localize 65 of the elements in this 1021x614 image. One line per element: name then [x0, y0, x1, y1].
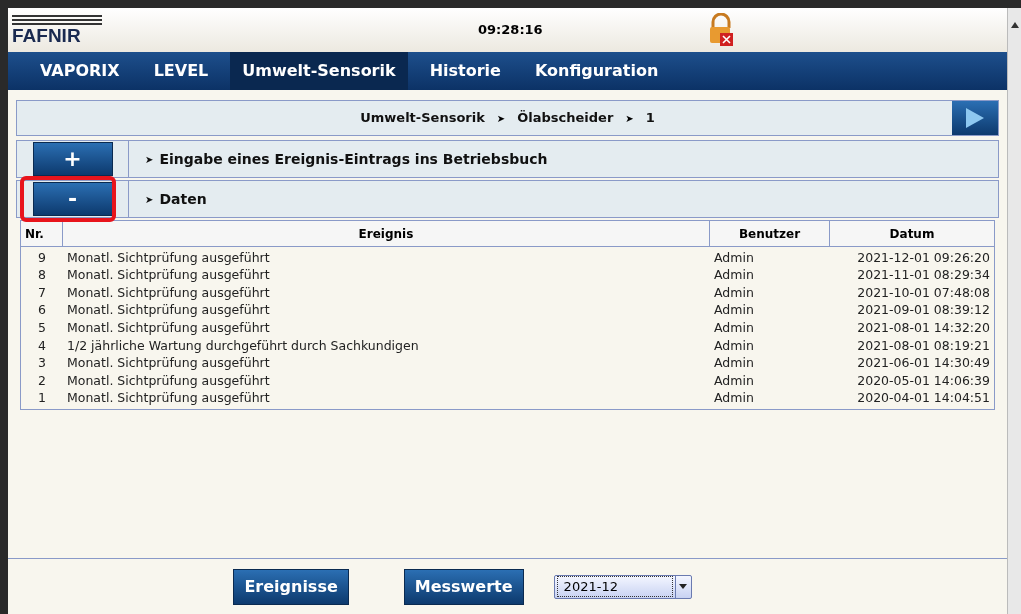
- breadcrumb-item: Umwelt-Sensorik: [360, 109, 485, 128]
- column-header: Nr.: [21, 221, 63, 246]
- breadcrumb-item: 1: [645, 109, 655, 128]
- table-cell-text: Admin: [713, 304, 755, 317]
- column-header: Benutzer: [710, 221, 830, 246]
- table-cell-text: 2021-12-01 09:26:20: [856, 251, 991, 265]
- table-cell-text: Admin: [713, 339, 755, 352]
- table-cell-text: Admin: [713, 251, 755, 265]
- table-cell-text: Monatl. Sichtprüfung ausgeführt: [66, 269, 271, 282]
- table-cell-text: Monatl. Sichtprüfung ausgeführt: [66, 304, 271, 317]
- table-cell-text: 2021-09-01 08:39:12: [856, 304, 991, 317]
- dropdown-caret-icon: [679, 584, 688, 589]
- table-cell-text: 8: [37, 269, 47, 282]
- table-cell-text: Admin: [713, 374, 755, 388]
- section-marker: ➤: [145, 192, 154, 207]
- footer-button[interactable]: Messwerte: [403, 568, 524, 605]
- table-cell-text: Monatl. Sichtprüfung ausgeführt: [66, 374, 271, 388]
- play-arrow-icon: [964, 106, 986, 130]
- nav-tab[interactable]: VAPORIX: [28, 52, 132, 90]
- clock: 09:28:16: [478, 21, 543, 40]
- table-cell-text: 3: [37, 357, 47, 370]
- table-cell-text: 2020-05-01 14:06:39: [856, 374, 991, 388]
- toggle-button[interactable]: -: [32, 182, 113, 216]
- nav-tab[interactable]: Umwelt-Sensorik: [230, 52, 408, 90]
- section-title: Daten: [159, 189, 207, 209]
- table-cell-text: Monatl. Sichtprüfung ausgeführt: [66, 286, 271, 300]
- nav-tab[interactable]: Historie: [417, 52, 513, 90]
- toggle-button[interactable]: +: [32, 142, 113, 176]
- nav-tab[interactable]: Konfiguration: [522, 52, 671, 90]
- table-cell-text: 7: [37, 286, 47, 300]
- month-select[interactable]: 2021-12: [553, 574, 692, 599]
- table-cell-text: Monatl. Sichtprüfung ausgeführt: [66, 392, 271, 405]
- table-cell-text: 2021-08-01 08:19:21: [856, 339, 991, 352]
- scroll-up-arrow-icon: [1009, 20, 1020, 30]
- section-title: Eingabe eines Ereignis-Eintrags ins Betriebsbuch: [159, 149, 548, 169]
- breadcrumb-item: Ölabscheider: [517, 109, 614, 128]
- table-cell-text: Admin: [713, 392, 755, 405]
- table-cell-text: Admin: [713, 321, 755, 335]
- table-cell-text: 2021-08-01 14:32:20: [856, 321, 991, 335]
- column-header: Ereignis: [63, 221, 710, 246]
- table-cell-text: 2021-10-01 07:48:08: [856, 286, 991, 300]
- table-cell-text: 6: [37, 304, 47, 317]
- forward-button[interactable]: [952, 101, 998, 135]
- breadcrumb-separator: ➤: [496, 111, 506, 126]
- column-header: Datum: [888, 225, 936, 243]
- table-cell-text: 2: [37, 374, 47, 388]
- table-cell-text: Admin: [713, 286, 755, 300]
- table-cell-text: Monatl. Sichtprüfung ausgeführt: [66, 321, 271, 335]
- table-cell-text: 2020-04-01 14:04:51: [856, 392, 991, 405]
- company-logo: FAFNIR: [12, 15, 132, 45]
- table-cell-text: 2021-06-01 14:30:49: [856, 357, 991, 370]
- table-cell-text: Monatl. Sichtprüfung ausgeführt: [66, 357, 271, 370]
- breadcrumb-separator: ➤: [625, 111, 634, 126]
- table-cell-text: 4: [37, 339, 47, 352]
- table-cell-text: Admin: [713, 357, 755, 370]
- table-cell-text: Monatl. Sichtprüfung ausgeführt: [66, 251, 271, 265]
- footer-button[interactable]: Ereignisse: [233, 568, 349, 605]
- section-marker: ➤: [145, 152, 154, 167]
- table-cell-text: 1/2 jährliche Wartung durchgeführt durch Sachkundigen: [66, 339, 420, 352]
- table-cell-text: 1: [37, 392, 47, 405]
- nav-tab[interactable]: LEVEL: [141, 52, 221, 90]
- table-cell-text: 2021-11-01 08:29:34: [856, 269, 991, 282]
- table-cell-text: 9: [37, 251, 47, 265]
- table-cell-text: Admin: [713, 269, 755, 282]
- table-cell-text: 5: [37, 321, 47, 335]
